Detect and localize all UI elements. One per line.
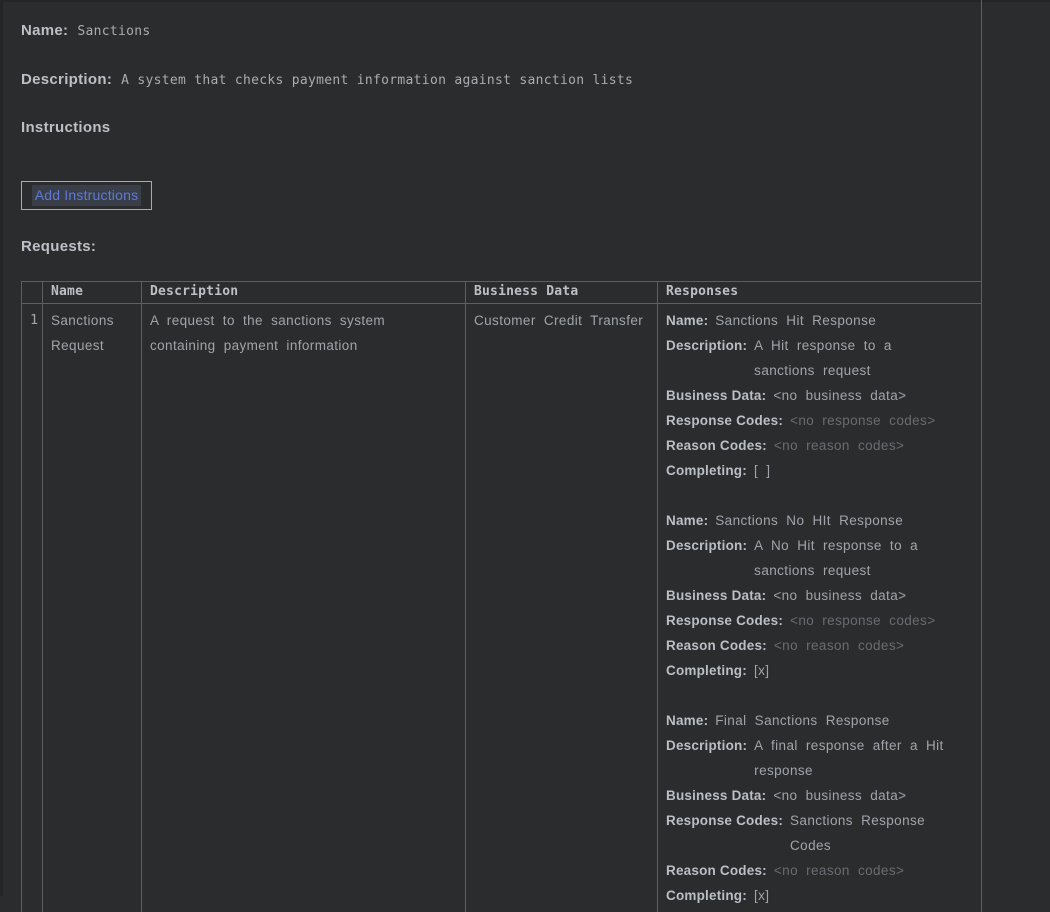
response-field-label: Completing:	[666, 658, 747, 683]
cell-responses: Name:Sanctions Hit ResponseDescription:A…	[658, 304, 982, 912]
add-instructions-button-label: Add Instructions	[32, 185, 142, 206]
response-field-label: Description:	[666, 333, 747, 358]
response-field-value: <no reason codes>	[774, 633, 973, 658]
system-name-field: Name: Sanctions	[21, 22, 151, 40]
response-field-label: Response Codes:	[666, 608, 783, 633]
row-number-header	[22, 282, 43, 304]
column-header-description: Description	[142, 282, 466, 304]
response-field-label: Reason Codes:	[666, 433, 767, 458]
response-block: Name: Sanctions No HIt ResponseDescriptio…	[666, 508, 973, 683]
response-field-label: Business Data:	[666, 583, 766, 608]
cell-business-data: Customer Credit Transfer	[466, 304, 658, 912]
response-block: Name: Final Sanctions ResponseDescription…	[666, 708, 973, 908]
response-field: Name: Final Sanctions Response	[666, 708, 973, 733]
column-header-responses: Responses	[658, 282, 982, 304]
description-label: Description:	[21, 71, 112, 88]
response-field-label: Description:	[666, 533, 747, 558]
requests-table-header-row: Name Description Business Data Responses	[22, 282, 982, 304]
response-field-value: <no reason codes>	[774, 858, 973, 883]
response-field: Business Data: <no business data>	[666, 383, 973, 408]
response-field-label: Name:	[666, 508, 708, 533]
add-instructions-button[interactable]: Add Instructions	[21, 181, 152, 210]
response-field-value: [ ]	[754, 458, 973, 483]
response-field: Name: Sanctions Hit Response	[666, 308, 973, 333]
response-field-label: Name:	[666, 708, 708, 733]
response-field: Completing: [x]	[666, 658, 973, 683]
response-field-value: <no response codes>	[790, 608, 973, 633]
response-field-value: <no reason codes>	[774, 433, 973, 458]
response-field-value: <no business data>	[773, 783, 973, 808]
instructions-heading: Instructions	[21, 119, 119, 137]
response-field: Reason Codes: <no reason codes>	[666, 858, 973, 883]
response-field-value: [x]	[754, 658, 973, 683]
response-field: Description: A final response after a Hit…	[666, 733, 973, 783]
name-label: Name:	[21, 22, 68, 39]
requests-heading: Requests:	[21, 238, 105, 256]
response-field-label: Response Codes:	[666, 408, 783, 433]
response-field-value: A No Hit response to a sanctions request	[754, 533, 973, 583]
response-field: Completing: [ ]	[666, 458, 973, 483]
response-field-label: Completing:	[666, 458, 747, 483]
response-field-value: Final Sanctions Response	[715, 708, 973, 733]
response-field: Description: A No Hit response to a sanct…	[666, 533, 973, 583]
row-number: 1	[22, 304, 43, 912]
response-field: Reason Codes: <no reason codes>	[666, 433, 973, 458]
response-field-value: <no response codes>	[790, 408, 973, 433]
response-field: Response Codes: Sanctions Response Codes	[666, 808, 973, 858]
requests-table: Name Description Business Data Responses…	[21, 281, 982, 912]
response-field-value: A Hit response to a sanctions request	[754, 333, 973, 383]
column-header-business-data: Business Data	[466, 282, 658, 304]
response-field: Name: Sanctions No HIt Response	[666, 508, 973, 533]
response-field: Reason Codes: <no reason codes>	[666, 633, 973, 658]
description-value: A system that checks payment information…	[121, 73, 633, 88]
response-field-value: Sanctions Response Codes	[790, 808, 973, 858]
responses-list: Name:Sanctions Hit ResponseDescription:A…	[666, 308, 973, 908]
cell-request-name: Sanctions Request	[43, 304, 142, 912]
table-row: 1 Sanctions Request A request to the san…	[22, 304, 982, 912]
response-field: Description: A Hit response to a sanction…	[666, 333, 973, 383]
response-field-label: Name:	[666, 308, 708, 333]
response-field-label: Description:	[666, 733, 747, 758]
response-field-label: Response Codes:	[666, 808, 783, 833]
response-field-value: Sanctions Hit Response	[715, 308, 973, 333]
response-field: Response Codes: <no response codes>	[666, 408, 973, 433]
response-field-value: <no business data>	[773, 583, 973, 608]
name-value: Sanctions	[77, 24, 150, 39]
response-field-value: Sanctions No HIt Response	[715, 508, 973, 533]
response-block: Name: Sanctions Hit ResponseDescription: A…	[666, 308, 973, 483]
system-description-field: Description: A system that checks payment…	[21, 71, 633, 89]
response-field-value: <no business data>	[773, 383, 973, 408]
cell-request-description: A request to the sanctions system contai…	[142, 304, 466, 912]
column-header-name: Name	[43, 282, 142, 304]
response-field: Response Codes: <no response codes>	[666, 608, 973, 633]
response-field-value: A final response after a Hit response	[754, 733, 973, 783]
response-field: Business Data: <no business data>	[666, 783, 973, 808]
response-field-label: Reason Codes:	[666, 858, 767, 883]
response-field-label: Business Data:	[666, 383, 766, 408]
response-field: Business Data: <no business data>	[666, 583, 973, 608]
system-detail-pane: Name: Sanctions Description: A system that…	[0, 0, 982, 896]
response-field-label: Reason Codes:	[666, 633, 767, 658]
response-field-label: Business Data:	[666, 783, 766, 808]
